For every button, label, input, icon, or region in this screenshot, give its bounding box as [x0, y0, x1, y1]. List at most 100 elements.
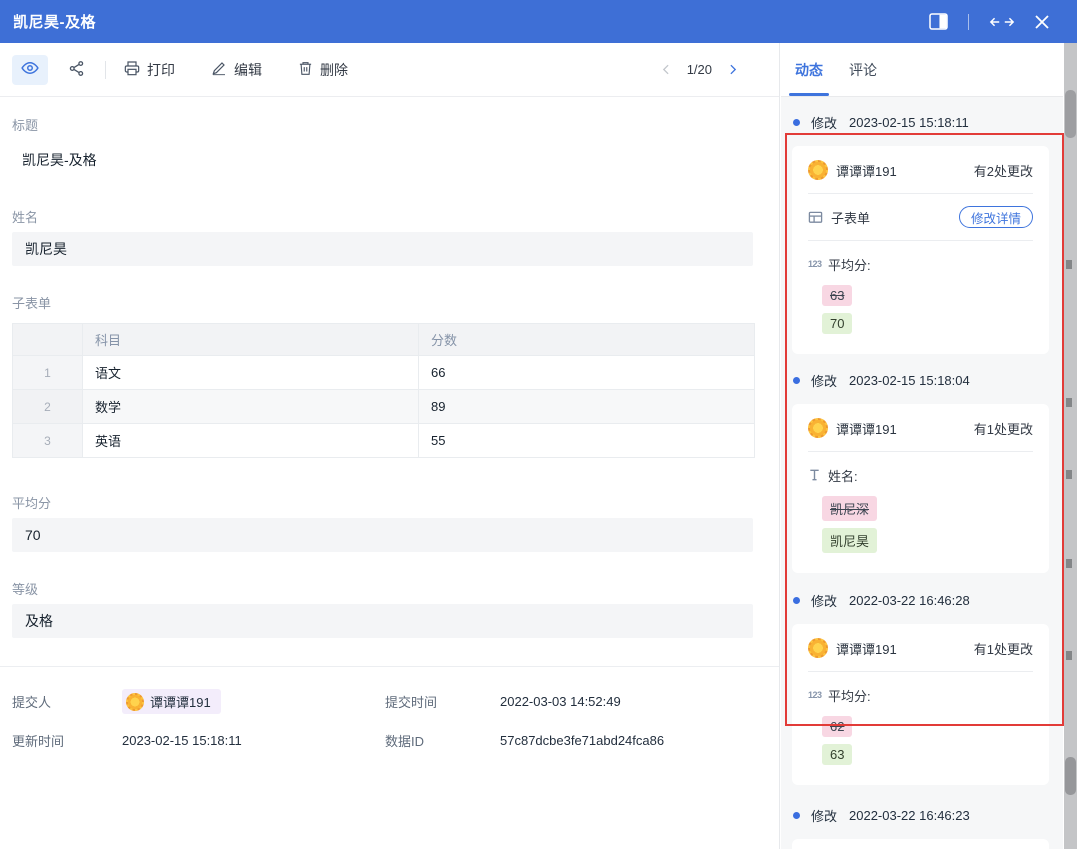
number-field-icon: 123 — [808, 259, 828, 269]
data-id-label: 数据ID — [385, 731, 500, 750]
cell-score: 66 — [419, 356, 755, 390]
edge-fragment — [1066, 260, 1072, 269]
field-title-value: 凯尼昊-及格 — [22, 150, 753, 170]
activity-action: 修改 — [811, 113, 837, 132]
edge-fragment — [1066, 559, 1072, 568]
submitter-tag[interactable]: 谭谭谭191 — [122, 689, 221, 714]
data-id-value: 57c87dcbe3fe71abd24fca86 — [500, 733, 664, 748]
print-button[interactable]: 打印 — [124, 60, 175, 80]
edit-button[interactable]: 编辑 — [211, 60, 262, 80]
share-button[interactable] — [68, 60, 85, 80]
scrollbar[interactable] — [1064, 43, 1077, 849]
delete-button[interactable]: 删除 — [298, 60, 348, 80]
old-value-chip: 凯尼深 — [822, 496, 877, 521]
field-grade-label: 等级 — [12, 579, 753, 598]
table-row: 1 语文 66 — [13, 356, 755, 390]
activity-time: 2022-03-22 16:46:23 — [849, 808, 970, 823]
new-value-chip: 63 — [822, 744, 852, 765]
field-title: 标题 凯尼昊-及格 — [12, 115, 753, 170]
field-name-label: 姓名 — [12, 207, 753, 226]
activity-card: 谭谭谭191 有1处更改 姓名: 凯尼深 凯尼昊 — [792, 404, 1049, 573]
submit-time-label: 提交时间 — [385, 692, 500, 711]
cell-subject: 数学 — [83, 390, 419, 424]
user-avatar — [126, 693, 144, 711]
next-record-icon[interactable] — [726, 63, 739, 76]
panel-toggle-icon[interactable] — [929, 13, 948, 30]
field-average: 平均分 70 — [12, 493, 753, 552]
text-field-icon — [808, 468, 828, 482]
change-detail-button[interactable]: 修改详情 — [959, 206, 1033, 228]
delete-label: 删除 — [320, 60, 348, 80]
activity-header: 修改 2022-03-22 16:46:23 — [792, 806, 1049, 825]
activity-time: 2023-02-15 15:18:11 — [849, 115, 969, 130]
subform-col-subject: 科目 — [83, 324, 419, 356]
row-number: 1 — [13, 356, 83, 390]
panel-tabs: 动态 评论 — [781, 43, 1063, 97]
expand-horizontal-icon[interactable] — [989, 16, 1015, 28]
subform-icon — [808, 210, 828, 225]
submitter-label: 提交人 — [12, 692, 122, 711]
field-subform: 子表单 科目 分数 1 语文 66 2 数学 89 — [12, 293, 753, 458]
activity-user-name: 谭谭谭191 — [836, 639, 897, 658]
page-indicator: 1/20 — [687, 62, 712, 77]
change-count: 有1处更改 — [974, 419, 1033, 438]
activity-card: 谭谭谭191 有1处更改 123 平均分: 62 63 — [792, 624, 1049, 785]
tab-activity[interactable]: 动态 — [795, 60, 823, 96]
user-avatar — [808, 160, 828, 180]
submit-time-value: 2022-03-03 14:52:49 — [500, 694, 621, 709]
changed-field-name: 平均分: — [828, 686, 871, 705]
table-row: 2 数学 89 — [13, 390, 755, 424]
change-count: 有1处更改 — [974, 639, 1033, 658]
subform-table: 科目 分数 1 语文 66 2 数学 89 3 英语 55 — [12, 323, 755, 458]
scrollbar-thumb[interactable] — [1065, 90, 1076, 138]
edit-label: 编辑 — [234, 60, 262, 80]
record-toolbar: 打印 编辑 删除 1/20 — [0, 43, 779, 97]
tab-comments[interactable]: 评论 — [849, 60, 877, 96]
new-value-chip: 凯尼昊 — [822, 528, 877, 553]
activity-card: 谭谭谭191 — [792, 839, 1049, 849]
edge-fragment — [1066, 651, 1072, 660]
changed-field-name: 平均分: — [828, 255, 871, 274]
record-form: 标题 凯尼昊-及格 姓名 凯尼昊 子表单 科目 分数 1 语文 66 — [0, 97, 779, 750]
activity-header: 修改 2022-03-22 16:46:28 — [792, 591, 1049, 610]
window-controls — [929, 13, 1049, 30]
change-count: 有2处更改 — [974, 161, 1033, 180]
preview-eye-button[interactable] — [12, 55, 48, 85]
activity-user-name: 谭谭谭191 — [836, 161, 897, 180]
timeline-dot-icon — [793, 119, 800, 126]
window-title: 凯尼昊-及格 — [13, 11, 96, 32]
titlebar-divider — [968, 14, 969, 30]
eye-icon — [21, 59, 39, 80]
activity-user-name: 谭谭谭191 — [836, 419, 897, 438]
share-icon — [68, 60, 85, 80]
field-name: 姓名 凯尼昊 — [12, 207, 753, 266]
form-footer-divider — [0, 666, 779, 667]
row-number: 3 — [13, 424, 83, 458]
activity-action: 修改 — [811, 806, 837, 825]
titlebar: 凯尼昊-及格 — [0, 0, 1077, 43]
close-icon[interactable] — [1035, 15, 1049, 29]
record-meta: 提交人 谭谭谭191 提交时间 2022-03-03 14:52:49 更新时间… — [12, 689, 753, 750]
changed-field-name: 子表单 — [831, 208, 870, 227]
activity-action: 修改 — [811, 591, 837, 610]
activity-time: 2022-03-22 16:46:28 — [849, 593, 970, 608]
old-value-chip: 63 — [822, 285, 852, 306]
submitter-name: 谭谭谭191 — [150, 692, 211, 711]
field-average-label: 平均分 — [12, 493, 753, 512]
activity-time: 2023-02-15 15:18:04 — [849, 373, 970, 388]
cell-score: 89 — [419, 390, 755, 424]
user-avatar — [808, 418, 828, 438]
user-avatar — [808, 638, 828, 658]
scrollbar-thumb[interactable] — [1065, 757, 1076, 795]
field-grade-value: 及格 — [12, 604, 753, 638]
table-row: 3 英语 55 — [13, 424, 755, 458]
pencil-icon — [211, 60, 227, 79]
changed-field-name: 姓名: — [828, 466, 858, 485]
timeline-dot-icon — [793, 597, 800, 604]
cell-subject: 语文 — [83, 356, 419, 390]
subform-label: 子表单 — [12, 293, 753, 312]
edge-fragment — [1066, 398, 1072, 407]
field-average-value: 70 — [12, 518, 753, 552]
activity-card: 谭谭谭191 有2处更改 子表单 修改详情 123 平均分: 63 70 — [792, 146, 1049, 354]
prev-record-icon[interactable] — [660, 63, 673, 76]
